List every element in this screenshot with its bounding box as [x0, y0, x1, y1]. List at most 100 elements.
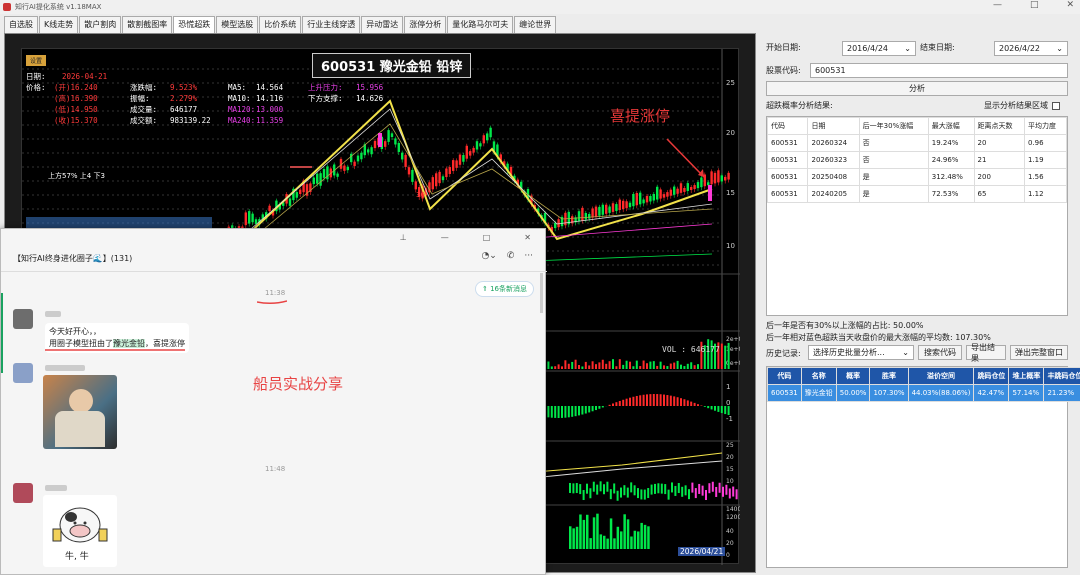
- candle-body: [373, 140, 377, 149]
- table-header[interactable]: 平均力度: [1023, 117, 1068, 135]
- tab-10[interactable]: 量化路马尔可夫: [447, 16, 514, 33]
- volume-bar: [646, 363, 648, 369]
- candle-body: [316, 173, 319, 184]
- amplitude-label: 振幅:: [130, 94, 150, 103]
- bottom-bar: [643, 524, 647, 549]
- tab-9[interactable]: 涨停分析: [404, 16, 447, 33]
- macd-bar: [646, 394, 648, 406]
- table-header[interactable]: 距离点天数: [973, 117, 1025, 135]
- macd-bar: [598, 406, 601, 409]
- volume-bar: [605, 363, 608, 369]
- app-icon: [3, 3, 11, 11]
- table-header[interactable]: 最大涨幅: [927, 117, 975, 135]
- more-icon[interactable]: ···: [524, 251, 533, 261]
- show-area-checkbox[interactable]: [1052, 101, 1060, 110]
- tab-8[interactable]: 异动雷达: [361, 16, 404, 33]
- search-code-button[interactable]: 搜索代码: [918, 345, 962, 360]
- candle-body: [710, 171, 713, 185]
- table-header[interactable]: 日期: [807, 117, 860, 135]
- minimize-icon[interactable]: —: [441, 233, 449, 242]
- low-value: (低)14.950: [54, 105, 98, 114]
- table-header[interactable]: 溢价空间: [907, 367, 975, 385]
- kdj-bar: [589, 488, 592, 499]
- table-header[interactable]: 后一年30%涨幅: [858, 117, 929, 135]
- start-date-picker[interactable]: 2016/4/24 ⌄: [842, 41, 916, 56]
- bottom-bar: [630, 536, 633, 549]
- tab-2[interactable]: 散户割肉: [79, 16, 122, 33]
- macd-bar: [622, 399, 625, 406]
- candle-body: [707, 182, 710, 186]
- chat-bubble-icon[interactable]: ◔⌄: [481, 251, 496, 261]
- export-button[interactable]: 导出结果: [966, 343, 1006, 363]
- avatar[interactable]: [13, 363, 33, 383]
- candle-body: [645, 195, 649, 203]
- cow-sticker[interactable]: 牛, 牛: [43, 495, 117, 567]
- new-messages-badge[interactable]: ⇑ 16条新消息: [475, 281, 534, 297]
- kdj-bar: [637, 488, 639, 499]
- table-header[interactable]: 概率: [835, 367, 871, 385]
- table-cell: 1.56: [1023, 168, 1068, 186]
- tab-3[interactable]: 散割截图率: [122, 16, 173, 33]
- macd-bar: [669, 395, 672, 406]
- candle-body: [662, 194, 666, 198]
- table-row[interactable]: 600531 20260323 否 24.96% 21 1.19: [766, 151, 1068, 169]
- candle-body: [254, 219, 258, 224]
- maximize-icon[interactable]: □: [483, 233, 491, 242]
- kdj-bar: [705, 490, 707, 501]
- stock-code-input[interactable]: 600531: [810, 63, 1068, 78]
- candle-body: [693, 185, 696, 190]
- table-header[interactable]: 堆上概率: [1008, 367, 1045, 385]
- table-header[interactable]: 丰跳码仓位: [1043, 367, 1080, 385]
- phone-icon[interactable]: ✆: [507, 251, 515, 261]
- volume-bar: [720, 343, 723, 369]
- table-row[interactable]: 600531 20240205 是 72.53% 65 1.12: [766, 185, 1068, 203]
- pin-icon[interactable]: ⊥: [400, 233, 407, 242]
- volume-bar: [588, 365, 591, 369]
- candle-body: [482, 135, 485, 144]
- tab-1[interactable]: K线走势: [39, 16, 79, 33]
- macd-bar: [584, 406, 587, 414]
- macd-bar: [720, 406, 723, 414]
- end-date-picker[interactable]: 2026/4/22 ⌄: [994, 41, 1068, 56]
- change-pct-label: 涨跌幅:: [130, 83, 158, 92]
- tab-0[interactable]: 自选股: [4, 16, 38, 33]
- tab-7[interactable]: 行业主线穿透: [302, 16, 361, 33]
- avatar[interactable]: [13, 483, 33, 503]
- table-row[interactable]: 600531 豫光金铅 50.00% 107.30% 44.03%(88.06%) 42.…: [767, 384, 1080, 402]
- analyze-button[interactable]: 分析: [766, 81, 1068, 96]
- macd-bar: [652, 394, 655, 406]
- table-row[interactable]: 600531 20260324 否 19.24% 20 0.96: [766, 134, 1068, 152]
- ma5-label: MA5:: [228, 83, 247, 92]
- history-select[interactable]: 选择历史批量分析... ⌄: [808, 345, 914, 360]
- macd-bar: [697, 404, 699, 406]
- shared-photo[interactable]: [43, 375, 117, 449]
- candle-body: [441, 176, 445, 181]
- popup-window-button[interactable]: 弹出完整窗口: [1010, 345, 1068, 360]
- candle-body: [615, 204, 618, 211]
- close-icon[interactable]: ✕: [524, 233, 531, 242]
- tab-11[interactable]: 缠论世界: [514, 16, 557, 33]
- volume-bar: [561, 366, 563, 369]
- maximize-button[interactable]: □: [1030, 0, 1039, 10]
- candle-body: [469, 151, 472, 156]
- avatar[interactable]: [13, 309, 33, 329]
- candle-body: [652, 193, 655, 201]
- table-header[interactable]: 跳码仓位: [973, 367, 1010, 385]
- tab-5[interactable]: 模型选股: [216, 16, 259, 33]
- table-header[interactable]: 名称: [800, 367, 837, 385]
- scrollbar[interactable]: [540, 273, 543, 313]
- table-header[interactable]: 胜率: [869, 367, 909, 385]
- tab-4[interactable]: 恐慌超跌: [173, 16, 216, 33]
- kdj-bar: [660, 483, 663, 494]
- table-row[interactable]: 600531 20250408 是 312.48% 200 1.56: [766, 168, 1068, 186]
- tab-6[interactable]: 比价系统: [259, 16, 302, 33]
- table-header[interactable]: 代码: [766, 117, 809, 135]
- minimize-button[interactable]: —: [993, 0, 1002, 10]
- kdj-bar: [735, 489, 738, 500]
- close-button[interactable]: ✕: [1066, 0, 1074, 10]
- volume-bar: [690, 362, 693, 369]
- chart-settings-button[interactable]: 设置: [26, 55, 47, 66]
- macd-bar: [663, 394, 665, 406]
- bottom-bar: [640, 522, 643, 549]
- table-header[interactable]: 代码: [767, 367, 802, 385]
